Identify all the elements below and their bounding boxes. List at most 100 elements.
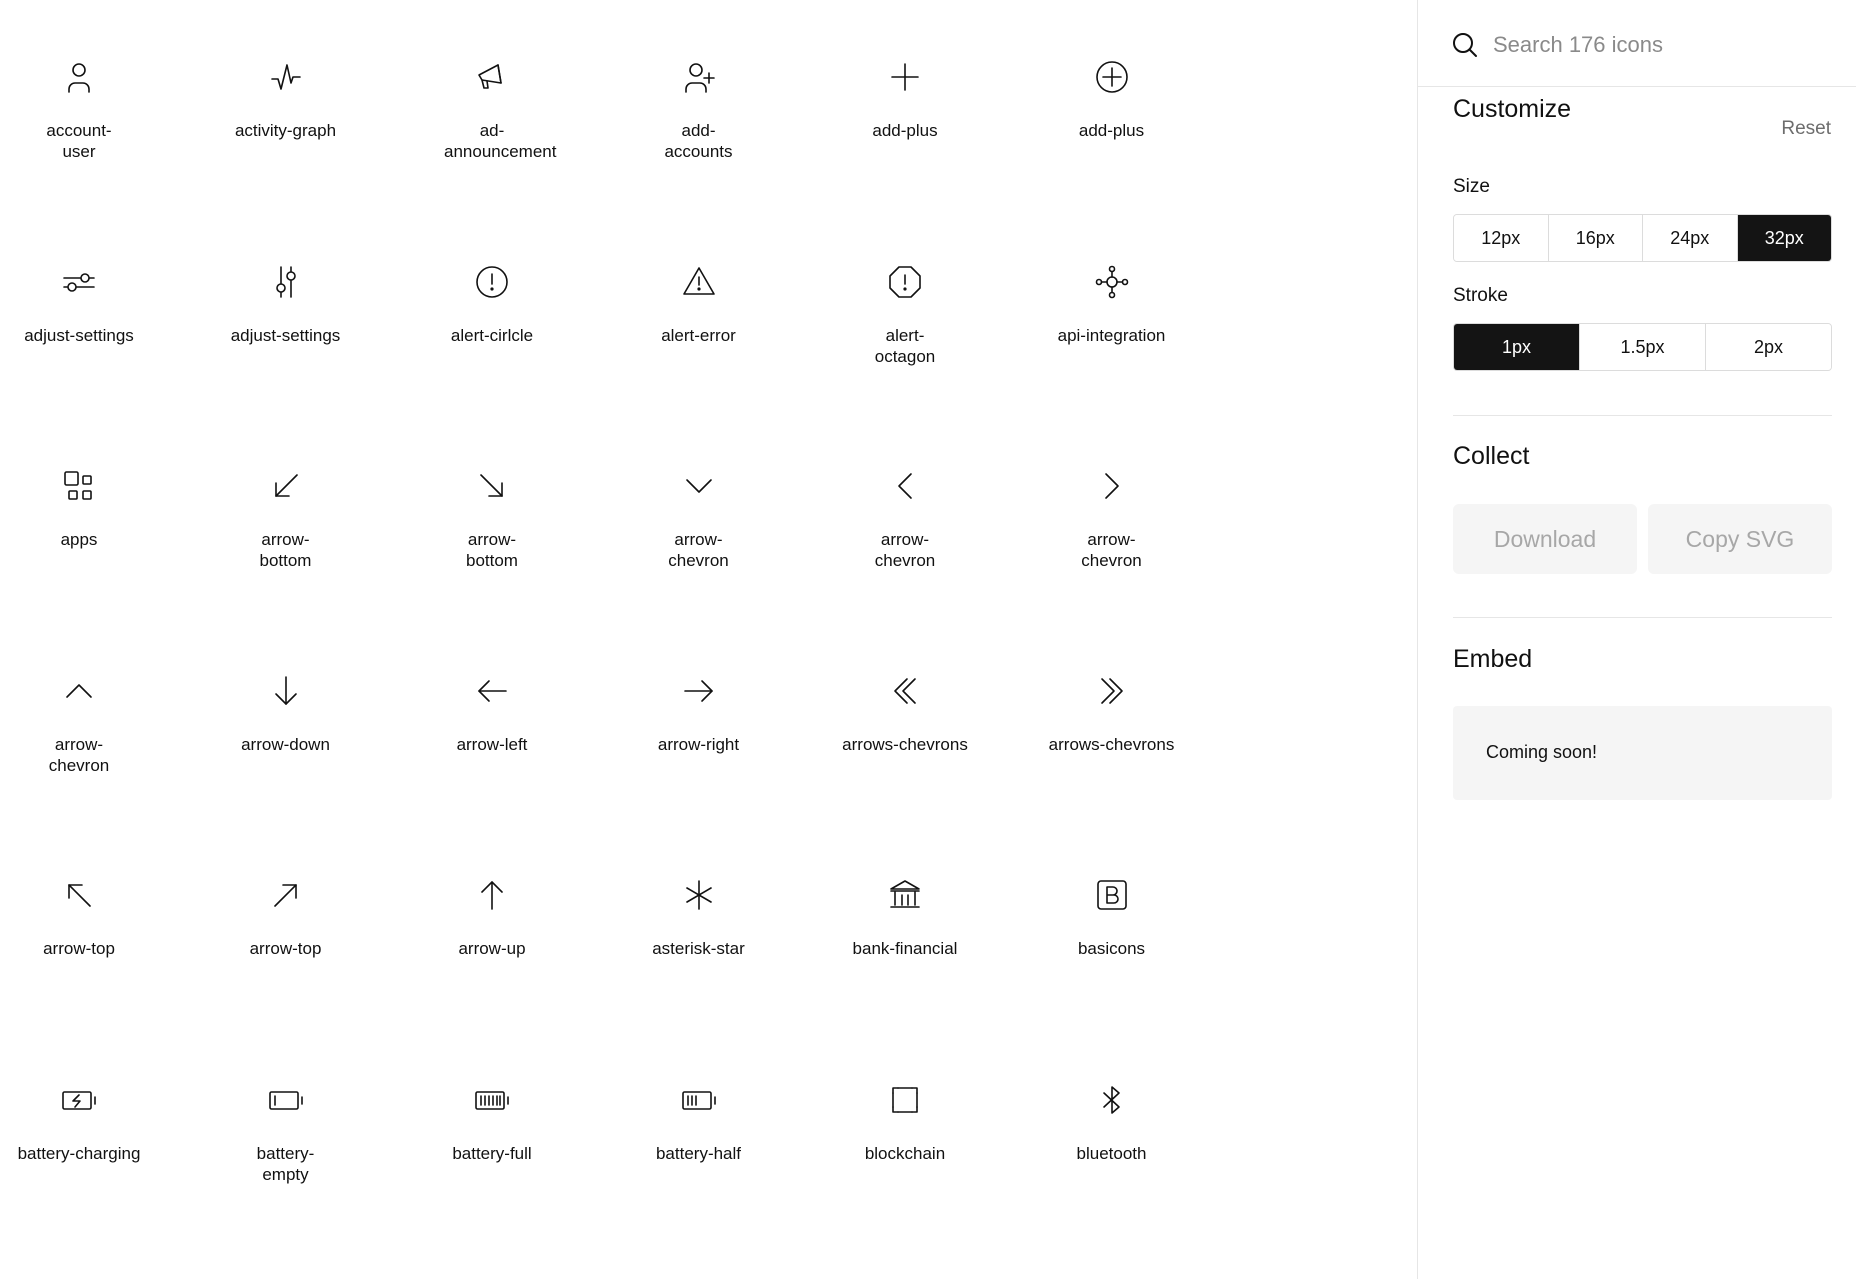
sliders-vertical-icon: [262, 258, 310, 306]
icon-tile[interactable]: battery-charging: [0, 1039, 182, 1189]
bluetooth-icon: [1088, 1076, 1136, 1124]
basicons-logo-icon: [1088, 871, 1136, 919]
icon-tile[interactable]: arrow-bottom: [389, 425, 595, 575]
icon-tile[interactable]: ad-announcement: [389, 16, 595, 166]
icon-tile[interactable]: add-plus: [1009, 16, 1215, 166]
sliders-horizontal-icon: [55, 258, 103, 306]
blockchain-icon: [881, 1076, 929, 1124]
icon-label: bluetooth: [1076, 1143, 1147, 1163]
icon-tile[interactable]: arrow-chevron: [1009, 425, 1215, 575]
size-selector: 12px 16px 24px 32px: [1453, 214, 1832, 262]
arrow-right-icon: [675, 667, 723, 715]
icon-tile[interactable]: bluetooth: [1009, 1039, 1215, 1189]
icon-tile[interactable]: add-accounts: [596, 16, 802, 166]
stroke-option-2px[interactable]: 2px: [1706, 324, 1831, 370]
icon-tile[interactable]: alert-error: [596, 221, 802, 371]
icon-label: blockchain: [864, 1143, 946, 1163]
size-option-16px[interactable]: 16px: [1548, 215, 1643, 261]
icon-label: bank-financial: [852, 939, 958, 958]
icon-tile[interactable]: add-plus: [802, 16, 1008, 166]
icon-tile[interactable]: arrow-top: [183, 834, 389, 984]
icon-label: asterisk-star: [652, 939, 745, 958]
icon-tile[interactable]: activity-graph: [183, 16, 389, 166]
icon-label: apps: [60, 530, 98, 549]
icon-tile[interactable]: arrows-chevrons: [1009, 630, 1215, 780]
icon-tile[interactable]: arrow-down: [183, 630, 389, 780]
icon-tile[interactable]: arrow-right: [596, 630, 802, 780]
icon-label: arrow-bottom: [259, 530, 312, 570]
search-input[interactable]: [1493, 24, 1833, 66]
embed-message: Coming soon!: [1486, 742, 1598, 762]
size-option-12px[interactable]: 12px: [1454, 215, 1549, 261]
customize-panel: Customize Reset Size 12px 16px 24px 32px…: [1417, 0, 1856, 1279]
icon-tile[interactable]: basicons: [1009, 834, 1215, 984]
size-option-24px[interactable]: 24px: [1643, 215, 1738, 261]
icon-tile[interactable]: arrow-chevron: [596, 425, 802, 575]
icon-tile[interactable]: battery-empty: [183, 1039, 389, 1189]
account-user-icon: [55, 53, 103, 101]
chevron-down-icon: [675, 462, 723, 510]
chevron-right-icon: [1088, 462, 1136, 510]
icon-tile[interactable]: arrows-chevrons: [802, 630, 1008, 780]
stroke-option-1-5px[interactable]: 1.5px: [1580, 324, 1706, 370]
icon-tile[interactable]: apps: [0, 425, 182, 575]
icon-label: arrow-top: [249, 939, 322, 958]
icon-label: ad-announcement: [444, 121, 557, 161]
asterisk-icon: [675, 871, 723, 919]
icon-tile[interactable]: arrow-chevron: [0, 630, 182, 780]
icon-label: add-plus: [872, 121, 938, 140]
icon-label: basicons: [1077, 939, 1146, 958]
divider: [1453, 617, 1832, 618]
icon-tile[interactable]: arrow-bottom: [183, 425, 389, 575]
icon-tile[interactable]: adjust-settings: [0, 221, 182, 371]
chevron-up-icon: [55, 667, 103, 715]
battery-half-icon: [675, 1076, 723, 1124]
icon-tile[interactable]: bank-financial: [802, 834, 1008, 984]
icon-label: adjust-settings: [24, 325, 134, 345]
icon-tile[interactable]: asterisk-star: [596, 834, 802, 984]
icon-tile[interactable]: adjust-settings: [183, 221, 389, 371]
icon-tile[interactable]: alert-octagon: [802, 221, 1008, 371]
size-option-32px[interactable]: 32px: [1737, 215, 1831, 261]
icon-label: arrow-bottom: [466, 530, 518, 570]
reset-button[interactable]: Reset: [1781, 118, 1831, 140]
icon-tile[interactable]: arrow-top: [0, 834, 182, 984]
icon-tile[interactable]: alert-cirlcle: [389, 221, 595, 371]
bank-icon: [881, 871, 929, 919]
copy-svg-button[interactable]: Copy SVG: [1648, 504, 1832, 574]
embed-title: Embed: [1453, 645, 1533, 673]
icon-tile[interactable]: blockchain: [802, 1039, 1008, 1189]
icon-label: arrow-up: [458, 939, 526, 958]
stroke-option-1px[interactable]: 1px: [1454, 324, 1580, 370]
icon-tile[interactable]: battery-full: [389, 1039, 595, 1189]
divider: [1453, 415, 1832, 416]
icon-label: add-accounts: [664, 121, 733, 161]
icon-tile[interactable]: account-user: [0, 16, 182, 166]
icon-label: alert-error: [661, 325, 736, 345]
battery-charging-icon: [55, 1076, 103, 1124]
double-chevron-right-icon: [1088, 667, 1136, 715]
icon-label: alert-octagon: [874, 325, 936, 366]
icon-tile[interactable]: arrow-chevron: [802, 425, 1008, 575]
download-button[interactable]: Download: [1453, 504, 1637, 574]
alert-octagon-icon: [881, 258, 929, 306]
chevron-left-icon: [881, 462, 929, 510]
api-integration-icon: [1088, 258, 1136, 306]
icon-label: arrow-chevron: [874, 530, 936, 570]
icon-label: arrow-chevron: [1081, 530, 1142, 570]
embed-placeholder: Coming soon!: [1453, 706, 1832, 800]
icon-label: api-integration: [1057, 325, 1166, 345]
icon-tile[interactable]: arrow-up: [389, 834, 595, 984]
arrow-top-right-icon: [262, 871, 310, 919]
icon-label: battery-empty: [256, 1143, 315, 1184]
icon-tile[interactable]: api-integration: [1009, 221, 1215, 371]
arrow-top-left-icon: [55, 871, 103, 919]
icon-tile[interactable]: arrow-left: [389, 630, 595, 780]
icon-label: arrow-top: [43, 939, 115, 958]
battery-empty-icon: [262, 1076, 310, 1124]
plus-icon: [881, 53, 929, 101]
icon-grid: account-user activity-graph ad-announcemen…: [0, 0, 1417, 1279]
icon-tile[interactable]: battery-half: [596, 1039, 802, 1189]
customize-title: Customize: [1453, 95, 1572, 123]
alert-triangle-icon: [675, 258, 723, 306]
